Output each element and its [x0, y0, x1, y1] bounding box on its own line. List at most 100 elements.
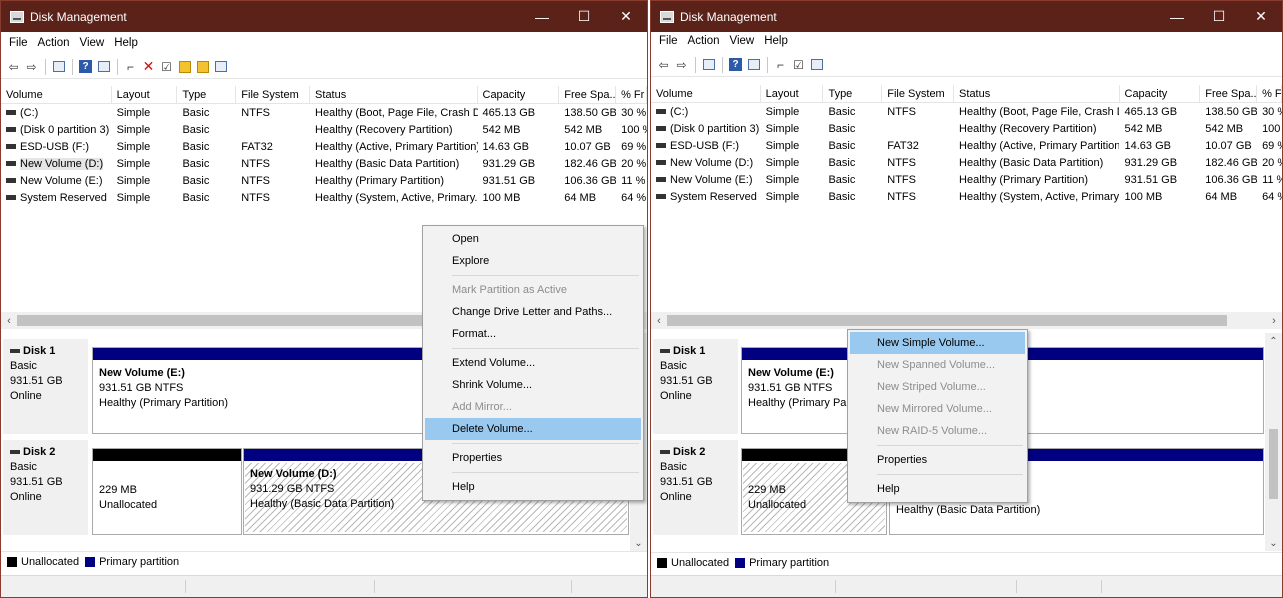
menu-item-open[interactable]: Open	[425, 228, 641, 250]
table-row[interactable]: New Volume (D:) Simple Basic NTFS Healthy (B…	[651, 154, 1282, 171]
disk-1-info[interactable]: Disk 1 Basic 931.51 GB Online	[653, 339, 738, 434]
forward-arrow-icon[interactable]: ⇨	[23, 58, 40, 75]
menu-item-properties[interactable]: Properties	[850, 449, 1025, 471]
menu-file[interactable]: File	[4, 37, 33, 49]
scroll-up-icon[interactable]: ⌃	[1265, 333, 1282, 349]
scrollbar-thumb[interactable]	[17, 315, 437, 326]
cell-free-space: 64 MB	[1205, 190, 1238, 203]
menu-view[interactable]: View	[725, 35, 760, 47]
menu-item-new-simple-volume[interactable]: New Simple Volume...	[850, 332, 1025, 354]
scroll-left-icon[interactable]: ‹	[1, 312, 17, 329]
connect-virtual-disk-icon[interactable]: ⌐	[122, 58, 139, 75]
menu-view[interactable]: View	[75, 37, 110, 49]
close-button[interactable]: ✕	[1240, 1, 1282, 32]
cell-free-space: 10.07 GB	[1205, 139, 1252, 152]
column-volume[interactable]: Volume	[651, 85, 761, 102]
properties-icon[interactable]	[212, 58, 229, 75]
check-icon[interactable]: ☑	[158, 58, 175, 75]
table-row[interactable]: ESD-USB (F:) Simple Basic FAT32 Healthy (Act…	[1, 138, 647, 155]
menu-help[interactable]: Help	[109, 37, 143, 49]
menu-item-help[interactable]: Help	[850, 478, 1025, 500]
horizontal-scrollbar[interactable]: ‹ ›	[651, 312, 1282, 329]
show-hide-console-tree-icon[interactable]	[700, 56, 717, 73]
menu-item-change-drive-letter-and-paths[interactable]: Change Drive Letter and Paths...	[425, 301, 641, 323]
table-row[interactable]: (Disk 0 partition 3) Simple Basic Healthy (…	[1, 121, 647, 138]
menu-item-help[interactable]: Help	[425, 476, 641, 498]
column-free-space[interactable]: Free Spa...	[1200, 85, 1258, 102]
cell-layout: Simple	[765, 156, 800, 169]
table-row[interactable]: New Volume (E:) Simple Basic NTFS Healthy (P…	[1, 172, 647, 189]
table-row[interactable]: New Volume (D:) Simple Basic NTFS Healthy (B…	[1, 155, 647, 172]
primary-swatch	[85, 556, 96, 567]
vertical-scrollbar[interactable]: ⌃ ⌄	[1265, 333, 1282, 551]
column-type[interactable]: Type	[823, 85, 883, 102]
column-status[interactable]: Status	[310, 86, 478, 103]
table-row[interactable]: (C:) Simple Basic NTFS Healthy (Boot, Page F…	[1, 104, 647, 121]
volume-icon	[656, 143, 666, 149]
scroll-down-icon[interactable]: ⌄	[630, 535, 647, 551]
column-percent-free[interactable]: % Fr	[1257, 85, 1282, 102]
menu-item-extend-volume[interactable]: Extend Volume...	[425, 352, 641, 374]
column-type[interactable]: Type	[177, 86, 237, 103]
column-layout[interactable]: Layout	[112, 86, 178, 103]
cell-volume: (C:)	[651, 106, 761, 118]
column-layout[interactable]: Layout	[761, 85, 824, 102]
back-arrow-icon[interactable]: ⇦	[5, 58, 22, 75]
column-status[interactable]: Status	[954, 85, 1120, 102]
scrollbar-thumb[interactable]	[667, 315, 1227, 326]
column-percent-free[interactable]: % Fr	[616, 86, 647, 103]
cell-percent-free: 64 %	[1262, 190, 1282, 203]
cell-type: Basic	[182, 106, 210, 119]
menu-help[interactable]: Help	[759, 35, 793, 47]
menu-item-delete-volume[interactable]: Delete Volume...	[425, 418, 641, 440]
table-row[interactable]: ESD-USB (F:) Simple Basic FAT32 Healthy (Act…	[651, 137, 1282, 154]
disk-2-info[interactable]: Disk 2 Basic 931.51 GB Online	[653, 440, 738, 535]
maximize-button[interactable]: ☐	[563, 1, 605, 32]
column-file-system[interactable]: File System	[236, 86, 311, 103]
maximize-button[interactable]: ☐	[1198, 1, 1240, 32]
show-action-pane-icon[interactable]	[745, 56, 762, 73]
scrollbar-thumb[interactable]	[1269, 429, 1278, 499]
close-button[interactable]: ✕	[605, 1, 647, 32]
menu-action[interactable]: Action	[33, 37, 75, 49]
forward-arrow-icon[interactable]: ⇨	[673, 56, 690, 73]
properties-icon[interactable]	[808, 56, 825, 73]
minimize-button[interactable]: —	[521, 1, 563, 32]
scroll-down-icon[interactable]: ⌄	[1265, 535, 1282, 551]
column-capacity[interactable]: Capacity	[1120, 85, 1201, 102]
cell-status: Healthy (Primary Partition)	[315, 174, 445, 187]
column-free-space[interactable]: Free Spa...	[559, 86, 617, 103]
show-hide-console-tree-icon[interactable]	[50, 58, 67, 75]
menu-item-shrink-volume[interactable]: Shrink Volume...	[425, 374, 641, 396]
connect-virtual-disk-icon[interactable]: ⌐	[772, 56, 789, 73]
menu-action[interactable]: Action	[683, 35, 725, 47]
table-row[interactable]: (C:) Simple Basic NTFS Healthy (Boot, Page F…	[651, 103, 1282, 120]
table-row[interactable]: System Reserved Simple Basic NTFS Healthy (S…	[651, 188, 1282, 205]
table-row[interactable]: System Reserved Simple Basic NTFS Healthy (S…	[1, 189, 647, 206]
minimize-button[interactable]: —	[1156, 1, 1198, 32]
table-row[interactable]: (Disk 0 partition 3) Simple Basic Healthy (…	[651, 120, 1282, 137]
disk-1-info[interactable]: Disk 1 Basic 931.51 GB Online	[3, 339, 88, 434]
disk-kind: Basic	[10, 461, 37, 473]
folder-up-icon[interactable]	[176, 58, 193, 75]
back-arrow-icon[interactable]: ⇦	[655, 56, 672, 73]
folder-search-icon[interactable]	[194, 58, 211, 75]
menu-item-format[interactable]: Format...	[425, 323, 641, 345]
menu-item-properties[interactable]: Properties	[425, 447, 641, 469]
column-volume[interactable]: Volume	[1, 86, 112, 103]
menu-item-explore[interactable]: Explore	[425, 250, 641, 272]
scroll-left-icon[interactable]: ‹	[651, 312, 667, 329]
help-icon[interactable]: ?	[727, 56, 744, 73]
column-file-system[interactable]: File System	[882, 85, 955, 102]
delete-icon[interactable]: ✕	[140, 58, 157, 75]
disk-2-info[interactable]: Disk 2 Basic 931.51 GB Online	[3, 440, 88, 535]
partition-unallocated[interactable]: 229 MB Unallocated	[92, 448, 242, 535]
help-icon[interactable]: ?	[77, 58, 94, 75]
toolbar-divider	[72, 58, 73, 75]
table-row[interactable]: New Volume (E:) Simple Basic NTFS Healthy (P…	[651, 171, 1282, 188]
scroll-right-icon[interactable]: ›	[1266, 312, 1282, 329]
column-capacity[interactable]: Capacity	[478, 86, 560, 103]
menu-file[interactable]: File	[654, 35, 683, 47]
show-action-pane-icon[interactable]	[95, 58, 112, 75]
check-icon[interactable]: ☑	[790, 56, 807, 73]
